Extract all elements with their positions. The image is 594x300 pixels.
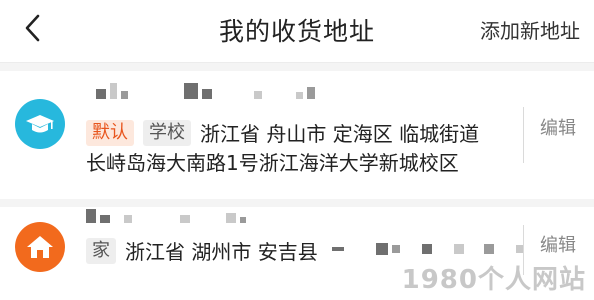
- address-detail: 长峙岛海大南路1号浙江海洋大学新城校区: [86, 151, 459, 175]
- graduation-cap-icon: [26, 115, 54, 133]
- masked-address-detail: [332, 243, 524, 255]
- address-avatar: [15, 222, 65, 272]
- address-region: 浙江省 湖州市 安吉县: [125, 240, 318, 264]
- school-tag: 学校: [143, 119, 191, 146]
- section-gap: [0, 199, 594, 207]
- section-gap: [0, 63, 594, 71]
- add-address-button[interactable]: 添加新地址: [480, 15, 580, 44]
- address-region-line: 默认 学校 浙江省 舟山市 定海区 临城街道: [86, 118, 479, 147]
- watermark: 1980个人网站: [401, 265, 586, 295]
- edit-button[interactable]: 编辑: [540, 231, 576, 257]
- home-icon: [27, 236, 53, 258]
- address-region-line: 家 浙江省 湖州市 安吉县: [86, 236, 318, 265]
- address-card[interactable]: 默认 学校 浙江省 舟山市 定海区 临城街道 长峙岛海大南路1号浙江海洋大学新城…: [0, 71, 594, 199]
- edit-button[interactable]: 编辑: [540, 114, 576, 140]
- nav-header: 我的收货地址 添加新地址: [0, 0, 594, 63]
- home-tag: 家: [86, 237, 116, 264]
- default-tag: 默认: [86, 119, 134, 146]
- masked-recipient-name: [86, 209, 246, 223]
- address-avatar: [15, 99, 65, 149]
- vertical-divider: [523, 107, 524, 163]
- masked-recipient-name: [96, 83, 315, 99]
- address-region: 浙江省 舟山市 定海区 临城街道: [200, 122, 480, 146]
